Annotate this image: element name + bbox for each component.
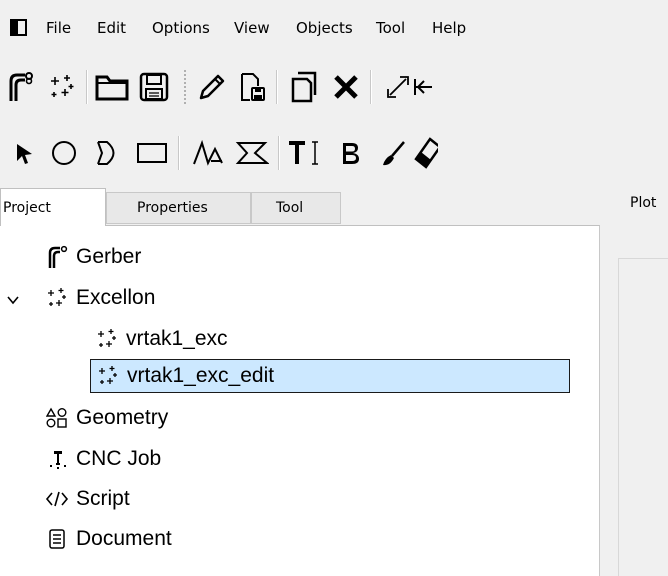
tab-project[interactable]: Project [0,188,106,226]
delete-icon[interactable] [326,58,366,116]
script-icon [44,486,70,512]
copy-icon[interactable] [284,58,324,116]
tree-item-label: Excellon [76,286,156,309]
geometry-icon [44,405,70,431]
open-folder-icon[interactable] [92,58,132,116]
tree-item-vrtak1-exc[interactable]: vrtak1_exc [94,322,228,356]
cnc-job-icon [44,446,70,472]
tree-item-gerber[interactable]: Gerber [44,240,141,274]
arc-icon[interactable] [88,124,128,182]
tree-item-label: vrtak1_exc [126,327,228,350]
save-icon[interactable] [134,58,174,116]
excellon-icon [95,363,121,389]
tab-tool[interactable]: Tool [251,192,341,224]
tree-item-label: CNC Job [76,447,162,470]
tree-item-geometry[interactable]: Geometry [44,401,168,435]
document-icon [44,526,70,552]
menu-tool[interactable]: Tool [376,19,405,37]
chevron-down-icon[interactable] [6,292,20,306]
rectangle-icon[interactable] [132,124,172,182]
menu-objects[interactable]: Objects [296,19,353,37]
polygon-icon[interactable] [232,124,272,182]
app-icon [10,19,27,36]
menu-view[interactable]: View [234,19,270,37]
menu-help[interactable]: Help [432,19,466,37]
tree-item-cnc-job[interactable]: CNC Job [44,442,161,476]
gerber-icon[interactable] [0,58,40,116]
tab-bar: Project Properties Tool [0,188,668,226]
tab-plot[interactable]: Plot [630,195,656,211]
tree-item-label: Document [76,527,172,550]
project-tree: Gerber Excellon vrtak1_exc vrtak1_exc_ed… [0,225,600,576]
edit-pencil-icon[interactable] [192,58,232,116]
main-toolbar [0,58,668,116]
excellon-icon[interactable] [42,58,82,116]
drawing-toolbar [0,124,668,182]
excellon-icon [44,285,70,311]
circle-icon[interactable] [44,124,84,182]
tree-item-document[interactable]: Document [44,522,172,556]
eraser-icon[interactable] [414,124,444,182]
tree-item-label: vrtak1_exc_edit [127,364,275,387]
paint-icon[interactable] [374,124,414,182]
menu-file[interactable]: File [46,19,71,37]
gerber-icon [44,244,70,270]
path-icon[interactable] [188,124,228,182]
menu-options[interactable]: Options [152,19,210,37]
excellon-icon [94,326,120,352]
tree-item-label: Gerber [76,245,142,268]
tree-item-vrtak1-exc-edit[interactable]: vrtak1_exc_edit [90,359,570,393]
text-icon[interactable] [284,124,324,182]
tree-item-label: Script [76,487,130,510]
menu-bar: File Edit Options View Objects Tool Help [0,0,668,56]
buffer-icon[interactable] [330,124,370,182]
save-as-icon[interactable] [232,58,272,116]
tab-properties[interactable]: Properties [106,192,251,224]
move-icon[interactable] [412,58,442,116]
select-arrow-icon[interactable] [4,124,44,182]
tree-item-excellon[interactable]: Excellon [44,281,155,315]
tree-item-label: Geometry [76,406,169,429]
tree-item-script[interactable]: Script [44,482,130,516]
plot-canvas[interactable] [618,258,668,576]
menu-edit[interactable]: Edit [97,19,126,37]
